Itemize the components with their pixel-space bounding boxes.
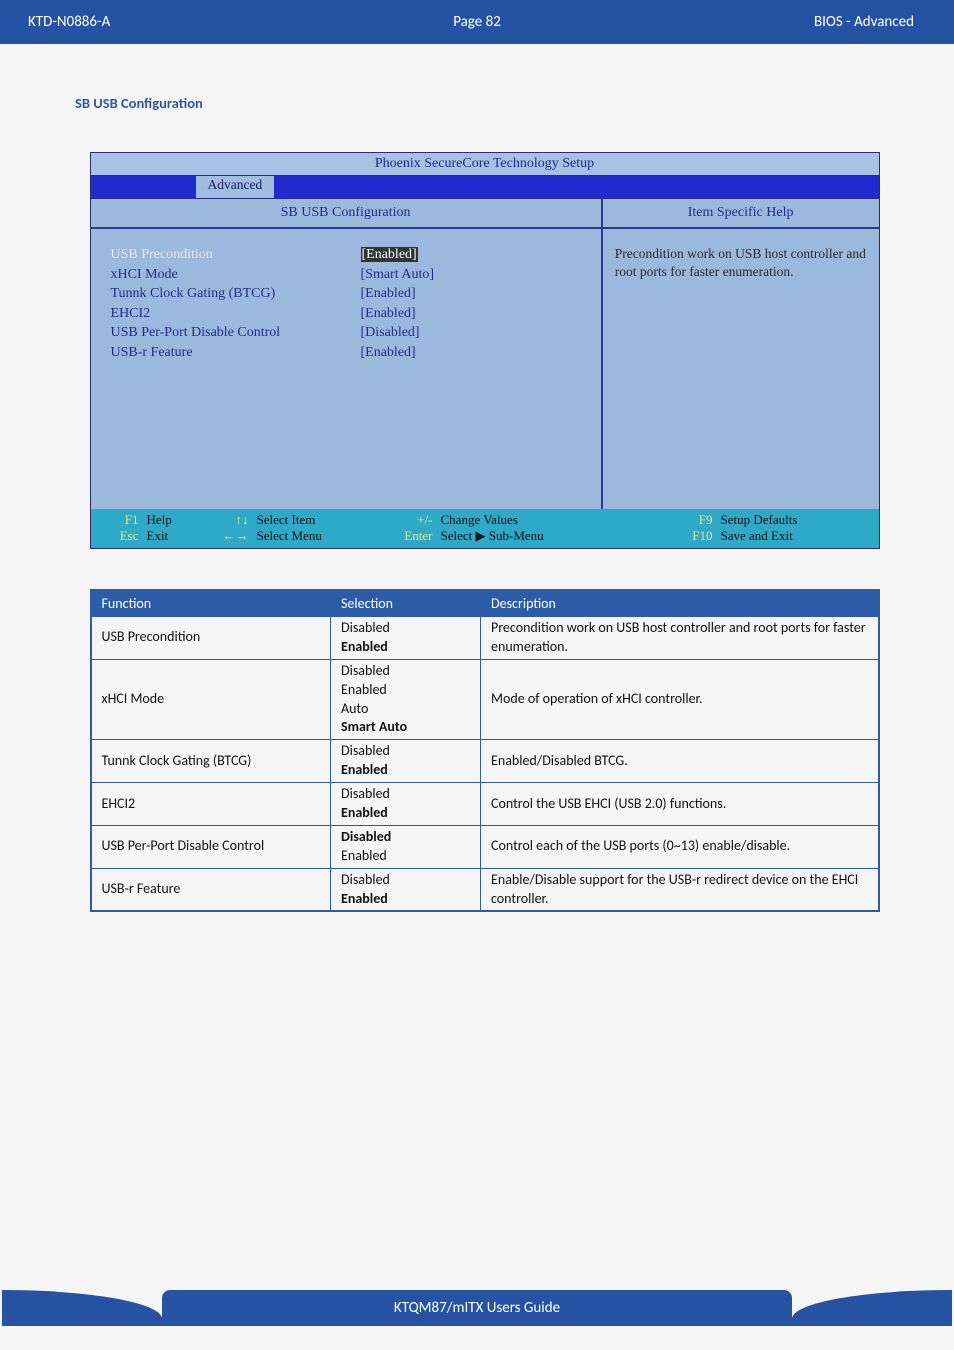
table-row: USB Per-Port Disable ControlDisabledEnab… bbox=[91, 825, 879, 868]
bios-key-action: Setup Defaults bbox=[721, 512, 851, 528]
bios-tab-advanced[interactable]: Advanced bbox=[196, 176, 275, 198]
table-row: xHCI ModeDisabledEnabledAutoSmart AutoMo… bbox=[91, 659, 879, 740]
cell-function: Tunnk Clock Gating (BTCG) bbox=[91, 740, 331, 783]
cell-description: Mode of operation of xHCI controller. bbox=[481, 659, 879, 740]
cell-selection: DisabledEnabledAutoSmart Auto bbox=[331, 659, 481, 740]
bios-item[interactable]: EHCI2[Enabled] bbox=[111, 304, 581, 324]
bios-key-action: Help bbox=[147, 512, 199, 528]
bios-key-hint: ←→ bbox=[207, 528, 249, 544]
table-row: EHCI2DisabledEnabledControl the USB EHCI… bbox=[91, 783, 879, 826]
cell-selection: DisabledEnabled bbox=[331, 740, 481, 783]
bios-item-label: EHCI2 bbox=[111, 304, 361, 324]
header-section: BIOS - Advanced bbox=[814, 13, 914, 31]
bios-item-value[interactable]: [Enabled] bbox=[361, 245, 418, 265]
bios-key-action: Select Item bbox=[257, 512, 367, 528]
page-number: Page 82 bbox=[453, 13, 501, 31]
description-table: Function Selection Description USB Preco… bbox=[90, 589, 880, 912]
bios-key-hint: F10 bbox=[599, 528, 713, 544]
bios-key-hint: ↑↓ bbox=[207, 512, 249, 528]
table-row: USB-r FeatureDisabledEnabledEnable/Disab… bbox=[91, 868, 879, 911]
bios-item-label: Tunnk Clock Gating (BTCG) bbox=[111, 284, 361, 304]
cell-selection: DisabledEnabled bbox=[331, 617, 481, 660]
section-title: SB USB Configuration bbox=[75, 94, 894, 112]
bios-window: Phoenix SecureCore Technology Setup Adva… bbox=[90, 152, 880, 549]
bios-help-body: Precondition work on USB host controller… bbox=[603, 229, 879, 296]
cell-description: Enable/Disable support for the USB-r red… bbox=[481, 868, 879, 911]
bios-tab-row: Advanced bbox=[91, 176, 879, 198]
cell-function: xHCI Mode bbox=[91, 659, 331, 740]
bios-window-title: Phoenix SecureCore Technology Setup bbox=[91, 153, 879, 176]
cell-description: Precondition work on USB host controller… bbox=[481, 617, 879, 660]
doc-id: KTD-N0886-A bbox=[0, 13, 110, 31]
bios-item-label: USB-r Feature bbox=[111, 343, 361, 363]
table-header-selection: Selection bbox=[331, 590, 481, 617]
bios-key-hint: Esc bbox=[101, 528, 139, 544]
cell-function: USB-r Feature bbox=[91, 868, 331, 911]
page-header: KTD-N0886-A Page 82 BIOS - Advanced bbox=[0, 0, 954, 44]
bios-key-hint: F9 bbox=[599, 512, 713, 528]
bios-key-hint: Enter bbox=[375, 528, 433, 544]
bios-item[interactable]: USB-r Feature[Enabled] bbox=[111, 343, 581, 363]
bios-item-value[interactable]: [Smart Auto] bbox=[361, 265, 435, 285]
cell-description: Control the USB EHCI (USB 2.0) functions… bbox=[481, 783, 879, 826]
bios-help-title: Item Specific Help bbox=[603, 199, 879, 229]
bios-item[interactable]: USB Per-Port Disable Control[Disabled] bbox=[111, 323, 581, 343]
bios-footer: F1 Help ↑↓ Select Item +/- Change Values F9 Set… bbox=[91, 509, 879, 548]
cell-function: USB Precondition bbox=[91, 617, 331, 660]
bios-key-action: Select ▶ Sub-Menu bbox=[441, 528, 591, 544]
bios-panel-title: SB USB Configuration bbox=[91, 199, 601, 229]
bios-key-action: Exit bbox=[147, 528, 199, 544]
cell-selection: DisabledEnabled bbox=[331, 825, 481, 868]
cell-selection: DisabledEnabled bbox=[331, 868, 481, 911]
bios-key-action: Change Values bbox=[441, 512, 591, 528]
table-header-function: Function bbox=[91, 590, 331, 617]
table-row: Tunnk Clock Gating (BTCG)DisabledEnabled… bbox=[91, 740, 879, 783]
bios-item[interactable]: xHCI Mode[Smart Auto] bbox=[111, 265, 581, 285]
bios-item-value[interactable]: [Enabled] bbox=[361, 343, 416, 363]
bios-key-action: Save and Exit bbox=[721, 528, 851, 544]
bios-key-action: Select Menu bbox=[257, 528, 367, 544]
bios-item[interactable]: Tunnk Clock Gating (BTCG)[Enabled] bbox=[111, 284, 581, 304]
cell-function: USB Per-Port Disable Control bbox=[91, 825, 331, 868]
bios-item[interactable]: USB Precondition[Enabled] bbox=[111, 245, 581, 265]
bios-key-hint: F1 bbox=[101, 512, 139, 528]
bios-item-label: xHCI Mode bbox=[111, 265, 361, 285]
cell-function: EHCI2 bbox=[91, 783, 331, 826]
bios-item-label: USB Precondition bbox=[111, 245, 361, 265]
bios-key-hint: +/- bbox=[375, 512, 433, 528]
page-footer: KTQM87/mITX Users Guide bbox=[0, 1290, 954, 1326]
bios-item-value[interactable]: [Enabled] bbox=[361, 284, 416, 304]
table-row: USB PreconditionDisabledEnabledPrecondit… bbox=[91, 617, 879, 660]
footer-text: KTQM87/mITX Users Guide bbox=[394, 1299, 560, 1317]
cell-selection: DisabledEnabled bbox=[331, 783, 481, 826]
table-header-description: Description bbox=[481, 590, 879, 617]
bios-item-label: USB Per-Port Disable Control bbox=[111, 323, 361, 343]
bios-item-value[interactable]: [Disabled] bbox=[361, 323, 420, 343]
cell-description: Enabled/Disabled BTCG. bbox=[481, 740, 879, 783]
cell-description: Control each of the USB ports (0~13) ena… bbox=[481, 825, 879, 868]
bios-item-value[interactable]: [Enabled] bbox=[361, 304, 416, 324]
